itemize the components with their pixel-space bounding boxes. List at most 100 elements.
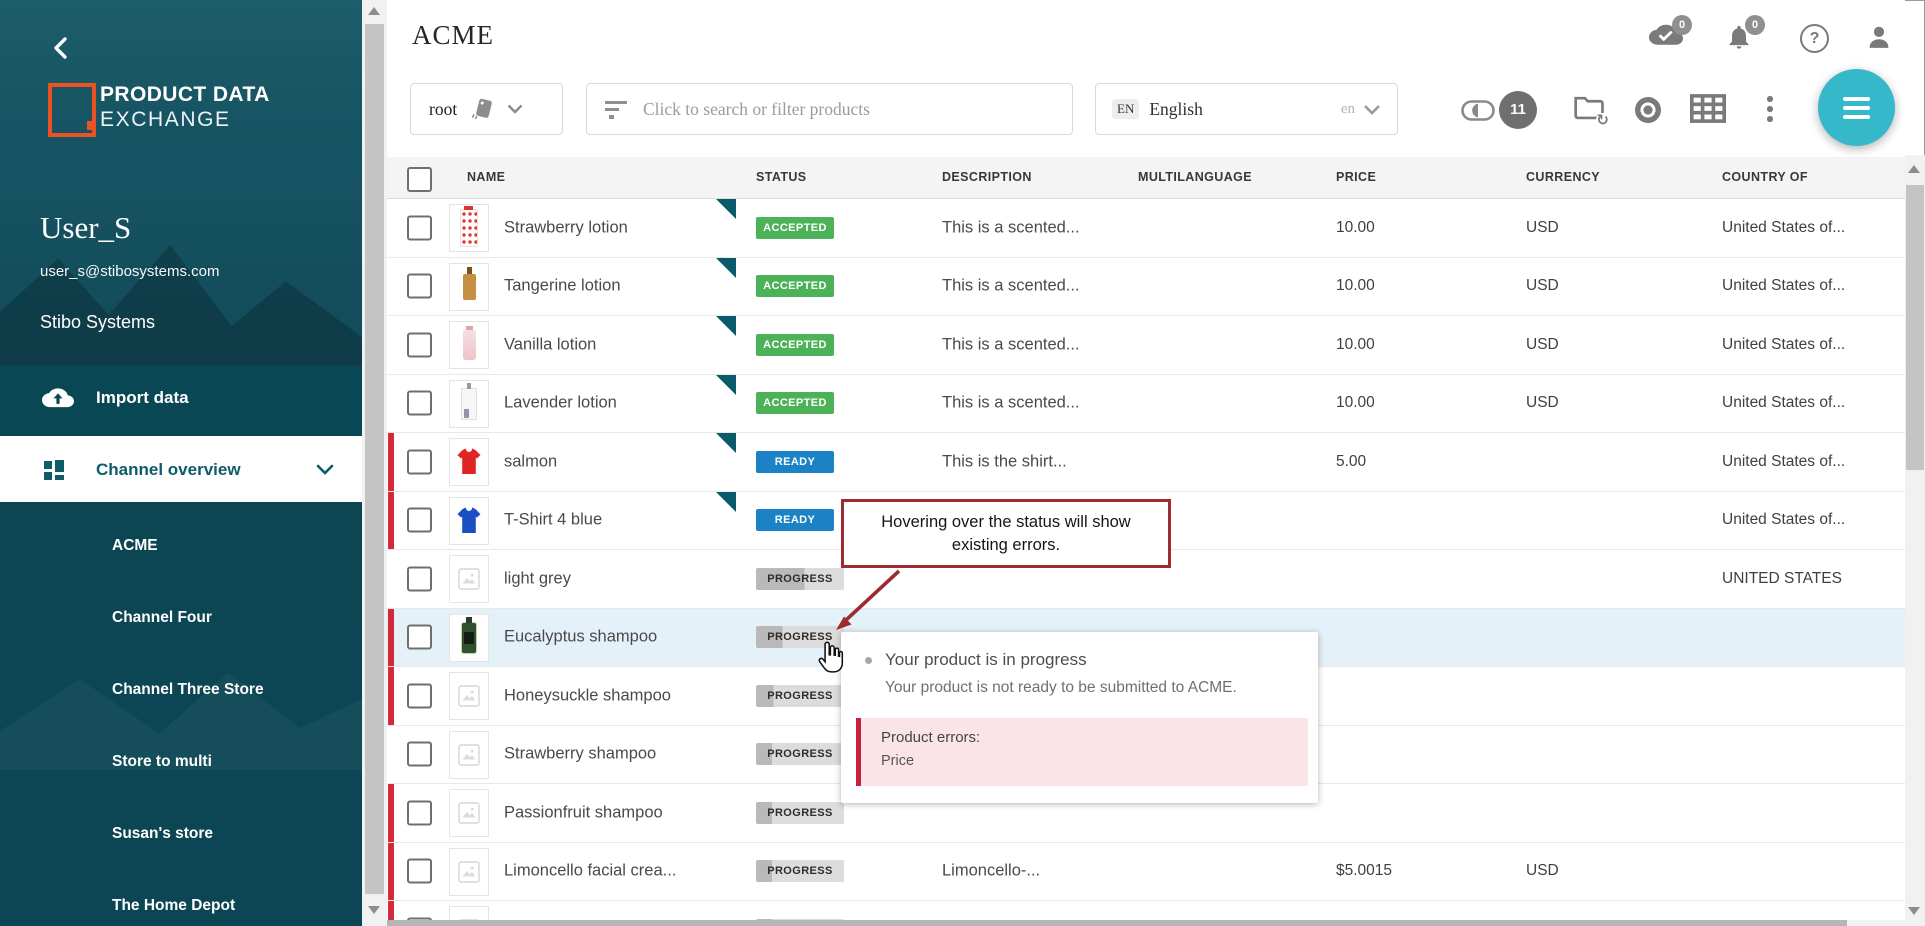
row-checkbox[interactable] [407,449,432,474]
status-badge[interactable]: PROGRESS [756,685,844,707]
product-name[interactable]: Limoncello facial crea... [504,862,676,881]
product-name[interactable]: Lavender lotion [504,394,617,413]
product-name[interactable]: Honeysuckle shampoo [504,686,671,705]
scroll-up-arrow[interactable] [368,7,380,15]
product-thumbnail [449,380,489,428]
corner-flag-icon [716,316,736,336]
help-button[interactable]: ? [1800,24,1829,53]
product-currency: USD [1526,394,1559,412]
table-row[interactable]: Lavender lotionACCEPTEDThis is a scented… [387,375,1905,434]
toggle-view-icon[interactable] [1461,100,1495,121]
row-checkbox[interactable] [407,625,432,650]
column-header[interactable]: CURRENCY [1526,170,1600,184]
sidebar-item-channel[interactable]: Susan's store [0,816,362,852]
root-category-selector[interactable]: root [410,83,563,135]
cloud-upload-icon [42,386,74,410]
horizontal-scrollbar[interactable] [387,920,1905,926]
folder-sync-button[interactable]: ↻ [1573,94,1607,124]
table-row[interactable]: PROGRESS [387,901,1905,921]
product-thumbnail [449,497,489,545]
background-mountains [0,228,362,368]
main-menu-fab[interactable] [1818,69,1895,146]
column-header[interactable]: NAME [467,170,505,184]
status-badge[interactable]: ACCEPTED [756,217,834,239]
error-indicator-bar [388,609,394,667]
table-row[interactable]: Limoncello facial crea...PROGRESSLimonce… [387,843,1905,902]
table-header: NAME STATUS DESCRIPTION MULTILANGUAGE PRICE C… [387,157,1905,199]
row-checkbox[interactable] [407,508,432,533]
status-badge[interactable]: READY [756,451,834,473]
row-checkbox[interactable] [407,800,432,825]
status-badge[interactable]: PROGRESS [756,860,844,882]
product-name[interactable]: Passionfruit shampoo [504,803,663,822]
product-name[interactable]: Strawberry shampoo [504,745,656,764]
column-header[interactable]: PRICE [1336,170,1376,184]
product-name[interactable]: Tangerine lotion [504,277,621,296]
scrollbar-thumb[interactable] [1906,185,1924,470]
brand-name-line1: PRODUCT DATA [100,83,270,107]
column-header[interactable]: STATUS [756,170,807,184]
select-all-checkbox[interactable] [407,167,432,192]
table-row[interactable]: Strawberry lotionACCEPTEDThis is a scent… [387,199,1905,258]
table-row[interactable]: Tangerine lotionACCEPTEDThis is a scente… [387,258,1905,317]
product-name[interactable]: light grey [504,569,571,588]
sidebar-item-channel[interactable]: ACME [0,528,362,564]
status-badge[interactable]: ACCEPTED [756,392,834,414]
row-checkbox[interactable] [407,332,432,357]
column-header[interactable]: MULTILANGUAGE [1138,170,1252,184]
app-window: PRODUCT DATA EXCHANGE User_S user_s@stib… [0,0,1925,926]
status-badge[interactable]: PROGRESS [756,743,844,765]
product-name[interactable]: salmon [504,452,557,471]
sidebar-item-import-data[interactable]: Import data [0,366,362,430]
table-row[interactable]: salmonREADYThis is the shirt...5.00Unite… [387,433,1905,492]
preview-eye-icon[interactable] [1635,97,1661,123]
row-checkbox[interactable] [407,215,432,240]
main-scrollbar[interactable] [1905,155,1925,926]
product-price: 10.00 [1336,394,1375,412]
status-badge[interactable]: READY [756,509,834,531]
account-button[interactable] [1865,22,1897,54]
product-name[interactable]: Vanilla lotion [504,335,596,354]
scrollbar-thumb[interactable] [387,920,1847,926]
row-checkbox[interactable] [407,566,432,591]
status-badge[interactable]: PROGRESS [756,802,844,824]
product-name[interactable]: T-Shirt 4 blue [504,511,602,530]
dashboard-icon [44,460,64,480]
row-checkbox[interactable] [407,683,432,708]
scrollbar-thumb[interactable] [365,24,384,894]
product-thumbnail [449,789,489,837]
status-badge[interactable]: ACCEPTED [756,334,834,356]
column-header[interactable]: COUNTRY OF [1722,170,1808,184]
status-badge[interactable]: ACCEPTED [756,275,834,297]
row-checkbox[interactable] [407,859,432,884]
sidebar-item-channel[interactable]: Channel Four [0,600,362,636]
more-options-button[interactable] [1767,96,1773,126]
sync-arrows-icon: ↻ [1596,113,1609,128]
table-row[interactable]: Vanilla lotionACCEPTEDThis is a scented.… [387,316,1905,375]
person-icon [1865,22,1893,52]
product-price: 10.00 [1336,336,1375,354]
product-search-input[interactable]: Click to search or filter products [586,83,1073,135]
product-name[interactable]: Eucalyptus shampoo [504,628,657,647]
row-checkbox[interactable] [407,391,432,416]
language-selector[interactable]: EN English en [1095,83,1398,135]
column-header[interactable]: DESCRIPTION [942,170,1032,184]
sidebar-item-channel-overview[interactable]: Channel overview [0,436,362,502]
collapse-sidebar-button[interactable] [52,36,76,62]
error-indicator-bar [388,843,394,901]
sidebar-item-channel[interactable]: Store to multi [0,744,362,780]
selected-count-badge[interactable]: 11 [1499,91,1537,129]
sidebar: PRODUCT DATA EXCHANGE User_S user_s@stib… [0,0,362,926]
sidebar-item-channel[interactable]: Channel Three Store [0,672,362,708]
scroll-down-arrow[interactable] [1908,907,1920,915]
row-checkbox[interactable] [407,274,432,299]
table-view-icon[interactable] [1690,94,1726,123]
brand-logo-icon [48,83,96,137]
scroll-up-arrow[interactable] [1908,165,1920,173]
sidebar-scrollbar[interactable] [362,0,387,926]
product-price: 10.00 [1336,277,1375,295]
row-checkbox[interactable] [407,742,432,767]
scroll-down-arrow[interactable] [368,906,380,914]
sidebar-item-channel[interactable]: The Home Depot [0,888,362,924]
product-name[interactable]: Strawberry lotion [504,218,628,237]
